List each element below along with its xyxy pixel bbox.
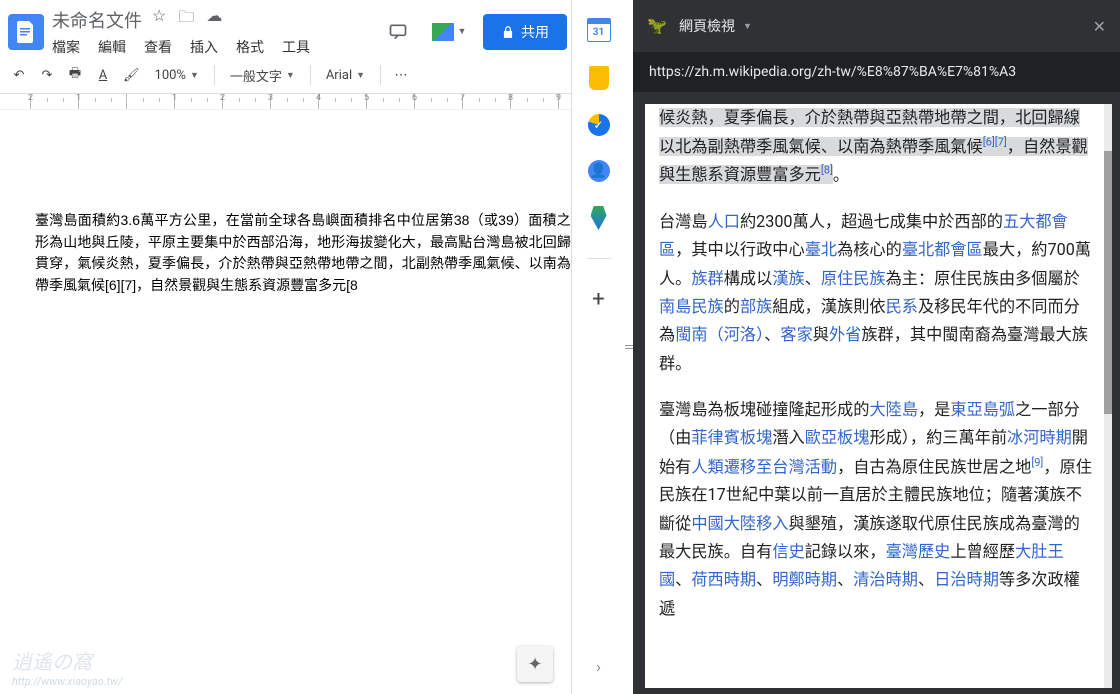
- docs-header: 未命名文件 ☆ 🗀 ☁ 檔案 編輯 查看 插入 格式 工具 ▼: [0, 0, 625, 57]
- wiki-link[interactable]: 客家: [780, 325, 812, 344]
- wiki-link[interactable]: 族群: [691, 269, 723, 288]
- wiki-link[interactable]: 信史: [772, 542, 804, 561]
- side-panel-rail: 31 ✓ 👤 + ›: [571, 0, 625, 694]
- document-body-text[interactable]: 臺灣島面積約3.6萬平方公里，在當前全球各島嶼面積排名中位居第38（或39）面積…: [35, 210, 585, 297]
- comment-history-icon[interactable]: [381, 15, 415, 49]
- collapse-rail-button[interactable]: ›: [596, 657, 601, 676]
- dino-icon: 🦖: [647, 16, 667, 36]
- wiki-link[interactable]: 東亞島弧: [950, 400, 1015, 419]
- keep-icon[interactable]: [589, 66, 609, 90]
- wiki-link[interactable]: 原住民族: [821, 269, 886, 288]
- undo-button[interactable]: ↶: [8, 61, 30, 89]
- meet-button[interactable]: ▼: [427, 14, 471, 50]
- rail-divider: [587, 258, 611, 259]
- star-icon[interactable]: ☆: [152, 6, 166, 33]
- menu-file[interactable]: 檔案: [52, 37, 80, 57]
- pane-resize-handle[interactable]: ||: [625, 0, 633, 694]
- wiki-link[interactable]: 臺灣歷史: [886, 542, 951, 561]
- move-icon[interactable]: 🗀: [178, 6, 194, 33]
- webview-scrollbar[interactable]: [1104, 104, 1112, 688]
- wiki-link[interactable]: 菲律賓板塊: [691, 428, 772, 447]
- share-button[interactable]: 共用: [483, 14, 567, 50]
- scrollbar-thumb[interactable]: [1104, 151, 1112, 414]
- wiki-link[interactable]: 明鄭時期: [772, 570, 837, 589]
- redo-button[interactable]: ↷: [36, 61, 58, 89]
- menu-edit[interactable]: 編輯: [98, 37, 126, 57]
- wiki-link[interactable]: 清治時期: [853, 570, 918, 589]
- wiki-link[interactable]: 中國大陸移入: [691, 514, 788, 533]
- wiki-link[interactable]: 歐亞板塊: [805, 428, 870, 447]
- zoom-select[interactable]: 100%▼: [149, 61, 205, 89]
- webview-panel: 🦖 網頁檢視 ▼ ✕ https://zh.m.wikipedia.org/zh…: [633, 0, 1120, 694]
- spellcheck-button[interactable]: A: [92, 61, 114, 89]
- wiki-link[interactable]: 外省: [829, 325, 861, 344]
- watermark: 逍遙の窩 http://www.xiaoyao.tw/: [12, 646, 123, 688]
- calendar-icon[interactable]: 31: [587, 18, 611, 42]
- print-button[interactable]: 🖶: [64, 61, 86, 89]
- menu-format[interactable]: 格式: [236, 37, 264, 57]
- webview-header: 🦖 網頁檢視 ▼ ✕: [633, 0, 1120, 52]
- google-docs-pane: 未命名文件 ☆ 🗀 ☁ 檔案 編輯 查看 插入 格式 工具 ▼: [0, 0, 625, 694]
- webview-content[interactable]: 候炎熱，夏季偏長，介於熱帶與亞熱帶地帶之間，北回歸線以北為副熱帶季風氣候、以南為…: [645, 104, 1112, 688]
- cloud-status-icon[interactable]: ☁: [206, 6, 222, 33]
- document-title[interactable]: 未命名文件: [52, 7, 142, 33]
- url-bar[interactable]: https://zh.m.wikipedia.org/zh-tw/%E8%87%…: [633, 52, 1120, 92]
- menu-view[interactable]: 查看: [144, 37, 172, 57]
- paint-format-button[interactable]: 🖌: [120, 61, 143, 89]
- explore-button[interactable]: ✦: [517, 646, 553, 682]
- document-page[interactable]: 臺灣島面積約3.6萬平方公里，在當前全球各島嶼面積排名中位居第38（或39）面積…: [0, 110, 625, 694]
- wiki-link[interactable]: 臺北: [805, 240, 837, 259]
- wiki-link[interactable]: 部族: [740, 297, 772, 316]
- docs-toolbar: ↶ ↷ 🖶 A 🖌 100%▼ 一般文字▼ Arial▼ ⋯ ✎: [0, 57, 625, 94]
- menu-tools[interactable]: 工具: [282, 37, 310, 57]
- close-icon[interactable]: ✕: [1093, 17, 1106, 36]
- wiki-link[interactable]: 臺北都會區: [902, 240, 983, 259]
- wiki-link[interactable]: 人類遷移至台灣活動: [691, 457, 837, 476]
- wiki-link[interactable]: 日治時期: [934, 570, 999, 589]
- more-toolbar-button[interactable]: ⋯: [390, 61, 412, 89]
- wiki-link[interactable]: 人口: [708, 212, 740, 231]
- wiki-paragraph-2: 台灣島人口約2300萬人，超過七成集中於西部的五大都會區，其中以行政中心臺北為核…: [659, 208, 1096, 378]
- wiki-paragraph-1: 候炎熱，夏季偏長，介於熱帶與亞熱帶地帶之間，北回歸線以北為副熱帶季風氣候、以南為…: [659, 104, 1096, 190]
- wiki-link[interactable]: 荷西時期: [691, 570, 756, 589]
- horizontal-ruler[interactable]: 2 1 1 2 3 4 5 6 7 8 9 10 11: [0, 94, 625, 110]
- paragraph-style-select[interactable]: 一般文字▼: [224, 61, 301, 89]
- contacts-icon[interactable]: 👤: [588, 160, 610, 182]
- wiki-link[interactable]: 大陸島: [869, 400, 918, 419]
- share-label: 共用: [521, 22, 549, 42]
- wiki-paragraph-3: 臺灣島為板塊碰撞隆起形成的大陸島，是東亞島弧之一部分（由菲律賓板塊潛入歐亞板塊形…: [659, 396, 1096, 623]
- tasks-icon[interactable]: ✓: [588, 114, 610, 136]
- wiki-link[interactable]: 民系: [886, 297, 918, 316]
- menubar: 檔案 編輯 查看 插入 格式 工具: [52, 33, 373, 57]
- wiki-link[interactable]: 閩南（河洛）: [675, 325, 764, 344]
- menu-insert[interactable]: 插入: [190, 37, 218, 57]
- add-addon-button[interactable]: +: [592, 287, 604, 312]
- wiki-link[interactable]: 漢族: [772, 269, 804, 288]
- docs-logo-icon[interactable]: [8, 14, 44, 50]
- title-area: 未命名文件 ☆ 🗀 ☁ 檔案 編輯 查看 插入 格式 工具: [52, 6, 373, 57]
- maps-icon[interactable]: [591, 206, 607, 230]
- wiki-link[interactable]: 南島民族: [659, 297, 724, 316]
- font-select[interactable]: Arial▼: [320, 61, 371, 89]
- wiki-link[interactable]: 冰河時期: [1007, 428, 1072, 447]
- webview-title: 網頁檢視: [679, 16, 735, 36]
- webview-dropdown-icon[interactable]: ▼: [743, 21, 752, 32]
